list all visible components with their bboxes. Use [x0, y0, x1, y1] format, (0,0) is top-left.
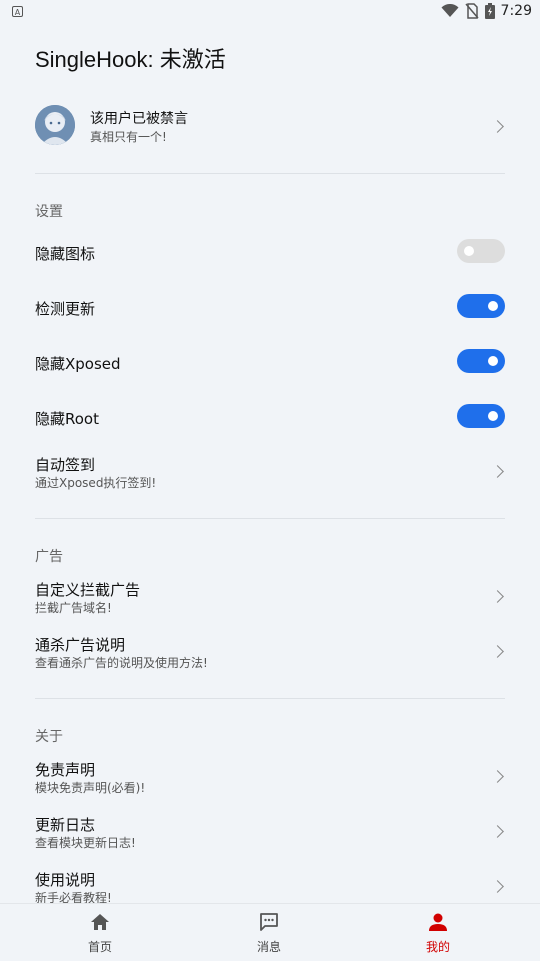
username: 该用户已被禁言	[90, 111, 188, 127]
chevron-right-icon	[491, 825, 504, 838]
nav-messages[interactable]: 消息	[209, 904, 329, 961]
divider	[35, 173, 505, 174]
chevron-right-icon	[491, 120, 504, 133]
divider	[35, 518, 505, 519]
chevron-right-icon	[491, 590, 504, 603]
ads-kill-all[interactable]: 通杀广告说明 查看通杀广告的说明及使用方法!	[0, 630, 540, 674]
chevron-right-icon	[491, 880, 504, 893]
nav-label: 消息	[256, 940, 281, 954]
setting-description: 查看模块更新日志!	[35, 836, 136, 850]
check-update-toggle[interactable]	[457, 294, 505, 318]
setting-description: 拦截广告域名!	[35, 601, 112, 615]
ads-custom-block[interactable]: 自定义拦截广告 拦截广告域名!	[0, 575, 540, 619]
hide-icon-toggle[interactable]	[457, 239, 505, 263]
setting-label: 更新日志	[35, 816, 96, 834]
setting-label: 使用说明	[35, 871, 96, 889]
nav-mine[interactable]: 我的	[378, 904, 498, 961]
home-icon	[91, 914, 109, 930]
chevron-right-icon	[491, 465, 504, 478]
bottom-nav: 首页 消息 我的	[0, 903, 540, 961]
no-sim-icon	[464, 3, 479, 19]
battery-charging-icon	[484, 3, 495, 19]
hide-xposed-toggle[interactable]	[457, 349, 505, 373]
setting-description: 查看通杀广告的说明及使用方法!	[35, 656, 208, 670]
nav-label: 我的	[425, 940, 450, 954]
setting-description: 新手必看教程!	[35, 891, 112, 903]
setting-label: 自动签到	[35, 456, 96, 474]
setting-label: 隐藏Root	[35, 410, 99, 428]
setting-hide-root[interactable]: 隐藏Root	[0, 400, 540, 434]
setting-label: 自定义拦截广告	[35, 581, 141, 599]
person-icon	[429, 913, 447, 931]
hide-root-toggle[interactable]	[457, 404, 505, 428]
section-title-ads: 广告	[35, 549, 63, 565]
section-title-about: 关于	[35, 729, 63, 745]
setting-label: 检测更新	[35, 300, 96, 318]
about-disclaimer[interactable]: 免责声明 模块免责声明(必看)!	[0, 755, 540, 799]
user-motto: 真相只有一个!	[90, 130, 167, 144]
status-bar: A 7:29	[0, 0, 540, 24]
divider	[35, 698, 505, 699]
page-title: SingleHook: 未激活	[35, 47, 226, 72]
setting-label: 隐藏Xposed	[35, 355, 121, 373]
app-notification-icon: A	[12, 6, 23, 17]
about-changelog[interactable]: 更新日志 查看模块更新日志!	[0, 810, 540, 854]
setting-description: 模块免责声明(必看)!	[35, 781, 146, 795]
status-time: 7:29	[500, 3, 532, 19]
nav-home[interactable]: 首页	[40, 904, 160, 961]
message-icon	[260, 913, 278, 931]
setting-label: 通杀广告说明	[35, 636, 126, 654]
setting-hide-xposed[interactable]: 隐藏Xposed	[0, 345, 540, 379]
section-title-settings: 设置	[35, 204, 63, 220]
chevron-right-icon	[491, 770, 504, 783]
setting-check-update[interactable]: 检测更新	[0, 290, 540, 324]
setting-hide-icon[interactable]: 隐藏图标	[0, 235, 540, 269]
user-profile-row[interactable]: 该用户已被禁言 真相只有一个!	[0, 100, 540, 152]
setting-auto-sign[interactable]: 自动签到 通过Xposed执行签到!	[0, 450, 540, 494]
avatar	[35, 105, 75, 145]
about-usage[interactable]: 使用说明 新手必看教程!	[0, 865, 540, 903]
chevron-right-icon	[491, 645, 504, 658]
wifi-icon	[441, 4, 459, 17]
setting-label: 免责声明	[35, 761, 96, 779]
setting-label: 隐藏图标	[35, 245, 96, 263]
nav-label: 首页	[87, 940, 112, 954]
setting-description: 通过Xposed执行签到!	[35, 476, 157, 490]
